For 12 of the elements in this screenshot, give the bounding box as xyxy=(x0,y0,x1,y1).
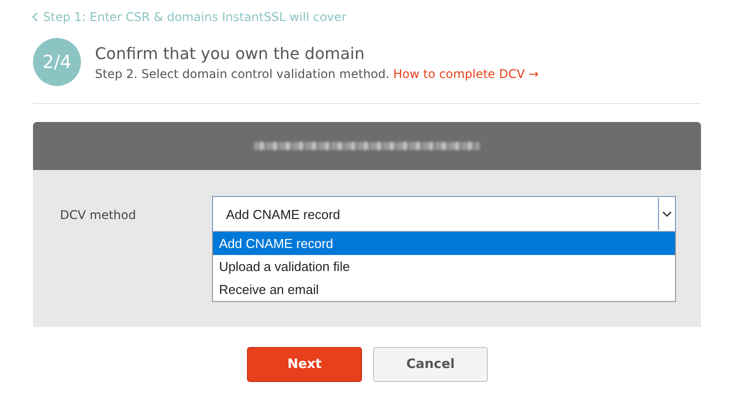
dropdown-option[interactable]: Add CNAME record xyxy=(213,232,675,255)
step-title: Confirm that you own the domain xyxy=(95,44,366,62)
dropdown-option[interactable]: Upload a validation file xyxy=(213,255,675,278)
field-label: DCV method xyxy=(60,208,136,222)
chevron-left-icon xyxy=(32,12,38,22)
step-description: Step 2. Select domain control validation method. xyxy=(95,66,390,80)
dropdown-option[interactable]: Receive an email xyxy=(213,278,675,301)
dcv-method-select[interactable]: Add CNAME record xyxy=(212,196,676,232)
cancel-button[interactable]: Cancel xyxy=(373,347,488,382)
next-button[interactable]: Next xyxy=(247,347,362,382)
help-link[interactable]: How to complete DCV → xyxy=(393,66,539,80)
step-badge: 2/4 xyxy=(33,38,81,86)
